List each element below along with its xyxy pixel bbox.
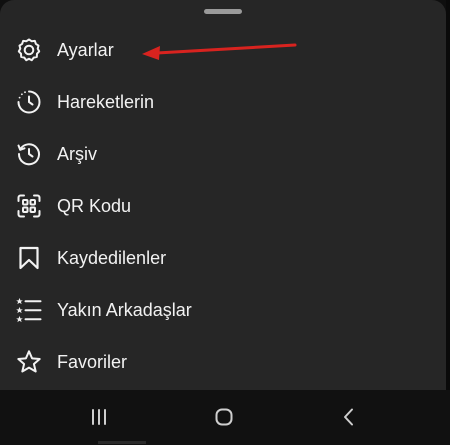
close-friends-list-icon	[16, 297, 42, 323]
menu-item-label: QR Kodu	[57, 196, 132, 216]
back-button[interactable]	[334, 402, 364, 432]
recent-apps-icon	[84, 402, 114, 432]
menu-item-close-friends[interactable]: Yakın Arkadaşlar	[0, 284, 446, 336]
activity-clock-icon	[16, 89, 42, 115]
home-button[interactable]	[209, 402, 239, 432]
menu-item-qr-code[interactable]: QR Kodu	[0, 180, 446, 232]
system-navigation-bar	[0, 390, 450, 445]
archive-history-icon	[16, 141, 42, 167]
bookmark-icon	[16, 245, 42, 271]
menu-item-label: Hareketlerin	[57, 92, 155, 112]
menu-item-label: Favoriler	[57, 352, 128, 372]
home-icon	[209, 402, 239, 432]
menu-item-saved[interactable]: Kaydedilenler	[0, 232, 446, 284]
bottom-sheet-menu: Ayarlar Hareketlerin Arşiv QR Kodu Kayde…	[0, 0, 446, 390]
screen-edge	[446, 0, 450, 390]
menu-item-favorites[interactable]: Favoriler	[0, 336, 446, 388]
nav-indicator	[98, 441, 146, 444]
menu-item-label: Ayarlar	[57, 40, 114, 60]
menu-item-activity[interactable]: Hareketlerin	[0, 76, 446, 128]
back-icon	[334, 402, 364, 432]
qr-code-icon	[16, 193, 42, 219]
menu-item-label: Kaydedilenler	[57, 248, 167, 268]
menu-item-label: Yakın Arkadaşlar	[57, 300, 192, 320]
sheet-drag-handle[interactable]	[204, 9, 242, 14]
menu-item-archive[interactable]: Arşiv	[0, 128, 446, 180]
menu-item-label: Arşiv	[57, 144, 97, 164]
settings-gear-icon	[16, 37, 42, 63]
star-icon	[16, 349, 42, 375]
recent-apps-button[interactable]	[84, 402, 114, 432]
menu-item-settings[interactable]: Ayarlar	[0, 24, 446, 76]
